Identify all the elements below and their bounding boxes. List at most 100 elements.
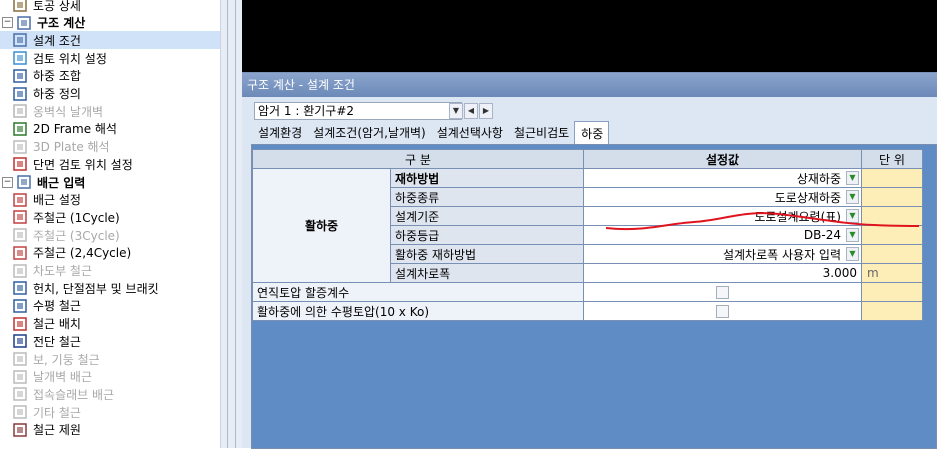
row-label: 연직토압 할증계수 (252, 282, 584, 302)
tree-item-label: 기타 철근 (33, 405, 81, 420)
tree-item[interactable]: 배근 설정 (0, 191, 220, 209)
tree-item-label: 헌치, 단절점부 및 브래킷 (33, 281, 159, 296)
culvert-combo[interactable]: 암거 1 : 환기구#2 (254, 102, 462, 120)
wing-wall-rebar-icon (12, 369, 28, 385)
tree-item[interactable]: 옹벽식 날개벽 (0, 102, 220, 120)
tree-item[interactable]: 2D Frame 해석 (0, 120, 220, 138)
tree-item[interactable]: 주철근 (3Cycle) (0, 226, 220, 244)
collapse-icon[interactable]: − (2, 176, 13, 188)
main-rebar-1cycle-icon (12, 209, 28, 225)
tree-item[interactable]: 토공 상세 (0, 0, 220, 14)
tree-item[interactable]: 철근 제원 (0, 421, 220, 439)
unit-cell: m (861, 263, 923, 283)
unit-cell (861, 225, 923, 245)
combo-dropdown-button[interactable]: ▼ (449, 103, 463, 119)
review-location-icon (12, 50, 28, 66)
tab-environment[interactable]: 설계환경 (252, 121, 307, 142)
header-unit: 단 위 (861, 149, 923, 169)
tree-item-label: 2D Frame 해석 (33, 122, 117, 137)
design-condition-panel: 구조 계산 - 설계 조건 암거 1 : 환기구#2 ▼ ◀ ▶ 설계환경 설계… (242, 72, 937, 449)
live-load-method-select[interactable]: 설계차로폭 사용자 입력 ▼ (583, 244, 862, 264)
load-grade-select[interactable]: DB-24 ▼ (583, 225, 862, 245)
horizontal-pressure-checkbox[interactable] (716, 305, 729, 318)
cell-value: 상재하중 (796, 171, 841, 186)
dropdown-arrow-icon[interactable]: ▼ (846, 190, 859, 204)
tree-item-label: 설계 조건 (33, 33, 81, 48)
vertical-pressure-checkbox[interactable] (716, 286, 729, 299)
tree-item-label: 단면 검토 위치 설정 (33, 157, 133, 172)
tree-item-label: 주철근 (2,4Cycle) (33, 246, 132, 261)
lane-width-input[interactable]: 3.000 (583, 263, 862, 283)
tree-item[interactable]: 3D Plate 해석 (0, 138, 220, 156)
group-live-load: 활하중 (252, 168, 391, 283)
dropdown-arrow-icon[interactable]: ▼ (846, 209, 859, 223)
tree-item[interactable]: 기타 철근 (0, 403, 220, 421)
load-type-select[interactable]: 도로상재하중 ▼ (583, 187, 862, 207)
dropdown-arrow-icon[interactable]: ▼ (846, 247, 859, 261)
tree-item-label: 철근 제원 (33, 423, 81, 438)
tree-item[interactable]: − 구조 계산 (0, 14, 220, 32)
tree-item-label: 검토 위치 설정 (33, 51, 107, 66)
tree-item[interactable]: 접속슬래브 배근 (0, 385, 220, 403)
cell-value: 도로설계요령(표) (754, 209, 841, 224)
tree-item[interactable]: 날개벽 배근 (0, 368, 220, 386)
frame-2d-icon (12, 121, 28, 137)
header-category: 구 분 (252, 149, 584, 169)
plate-3d-icon (12, 139, 28, 155)
load-combination-icon (12, 68, 28, 84)
tree-item[interactable]: 하중 정의 (0, 85, 220, 103)
design-standard-select[interactable]: 도로설계요령(표) ▼ (583, 206, 862, 226)
rebar-spec-icon (12, 422, 28, 438)
panel-title: 구조 계산 - 설계 조건 (242, 73, 937, 97)
tree-item[interactable]: − 배근 입력 (0, 173, 220, 191)
tree-item[interactable]: 보, 기둥 철근 (0, 350, 220, 368)
tree-item[interactable]: 수평 철근 (0, 297, 220, 315)
tree-item-label: 접속슬래브 배근 (33, 387, 115, 402)
tree-item-label: 수평 철근 (33, 299, 81, 314)
header-value: 설정값 (583, 149, 862, 169)
splitter[interactable] (220, 0, 242, 448)
prev-button[interactable]: ◀ (464, 103, 478, 119)
collapse-icon[interactable]: − (2, 17, 13, 29)
tree-item[interactable]: 전단 철근 (0, 332, 220, 350)
unit-cell (861, 301, 923, 321)
tab-options[interactable]: 설계선택사항 (431, 121, 508, 142)
earthwork-icon (12, 0, 28, 13)
tree-item[interactable]: 철근 배치 (0, 315, 220, 333)
tree-item[interactable]: 차도부 철근 (0, 262, 220, 280)
tree-item[interactable]: 주철근 (1Cycle) (0, 208, 220, 226)
tree-item-label: 옹벽식 날개벽 (33, 104, 104, 119)
load-method-select[interactable]: 상재하중 ▼ (583, 168, 862, 188)
row-label: 설계차로폭 (390, 263, 584, 283)
cell-value: DB-24 (803, 228, 841, 242)
viewport-pane (242, 0, 937, 72)
tree-item-label: 보, 기둥 철근 (33, 352, 100, 367)
calculation-icon (16, 15, 32, 31)
tree-item[interactable]: 헌치, 단절점부 및 브래킷 (0, 279, 220, 297)
tree-item[interactable]: 하중 조합 (0, 67, 220, 85)
structure-tree: 토공 상세 − 구조 계산 설계 조건검토 위치 설정 하중 조합 하중 정의 옹벽식 날개… (0, 0, 220, 448)
beam-column-rebar-icon (12, 351, 28, 367)
tree-item[interactable]: 단면 검토 위치 설정 (0, 155, 220, 173)
splitter-grip-line (227, 0, 228, 448)
checkbox-cell (583, 282, 862, 302)
dropdown-arrow-icon[interactable]: ▼ (846, 171, 859, 185)
other-rebar-icon (12, 404, 28, 420)
unit-cell (861, 282, 923, 302)
tab-strip: 설계환경 설계조건(암거,날개벽) 설계선택사항 철근비검토 하중 (252, 121, 610, 144)
tree-item[interactable]: 설계 조건 (0, 31, 220, 50)
row-label: 하중등급 (390, 225, 584, 245)
tree-item-label: 배근 설정 (33, 193, 81, 208)
haunch-bracket-icon (12, 280, 28, 296)
tab-rebar-ratio[interactable]: 철근비검토 (508, 121, 574, 142)
tree-item[interactable]: 주철근 (2,4Cycle) (0, 244, 220, 262)
row-label: 하중종류 (390, 187, 584, 207)
tab-load[interactable]: 하중 (574, 121, 610, 144)
main-rebar-3cycle-icon (12, 227, 28, 243)
dropdown-arrow-icon[interactable]: ▼ (846, 228, 859, 242)
horizontal-rebar-icon (12, 298, 28, 314)
next-button[interactable]: ▶ (479, 103, 493, 119)
tree-item[interactable]: 검토 위치 설정 (0, 49, 220, 67)
tab-conditions[interactable]: 설계조건(암거,날개벽) (307, 121, 431, 142)
design-condition-icon (12, 32, 28, 48)
